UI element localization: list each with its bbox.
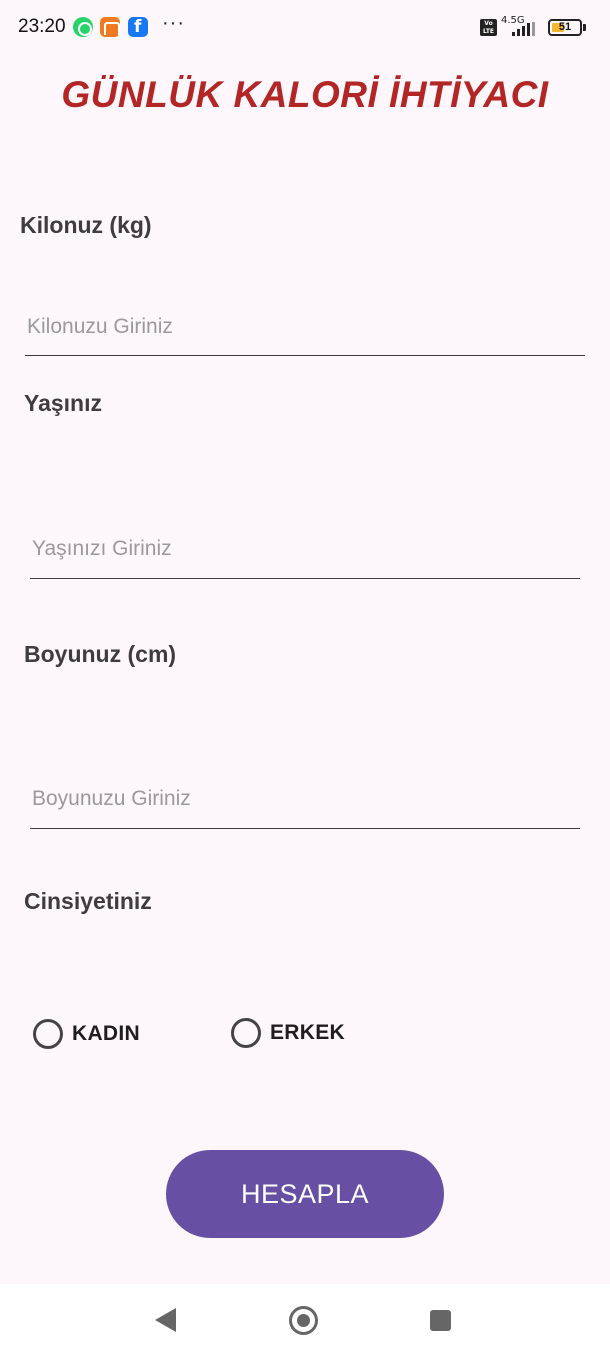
calculate-button[interactable]: HESAPLA [166,1150,444,1238]
battery-level: 51 [558,21,572,33]
facebook-icon [128,17,148,37]
height-field-wrapper [30,764,580,829]
page-title: GÜNLÜK KALORİ İHTİYACI [61,74,549,115]
weight-field-wrapper [25,292,585,356]
radio-label-erkek: ERKEK [270,1021,346,1044]
more-notifications-icon: ··· [162,12,185,34]
gender-label: Cinsiyetiniz [24,888,152,914]
home-icon[interactable] [289,1306,318,1335]
height-label: Boyunuz (cm) [24,641,177,667]
radio-unchecked-icon[interactable] [231,1018,261,1048]
whatsapp-icon [73,17,93,37]
age-field-wrapper [30,514,580,579]
gender-radio-erkek[interactable]: ERKEK [231,1018,345,1048]
radio-unchecked-icon[interactable] [33,1019,63,1049]
gender-radio-kadin[interactable]: KADIN [33,1019,140,1049]
signal-strength-icon [512,22,540,36]
radio-label-kadin: KADIN [72,1022,140,1045]
mi-mover-icon [100,17,120,37]
status-bar: 23:20 ··· Vo LTE 4.5G 51 [0,0,610,56]
height-input[interactable] [30,764,580,829]
age-label: Yaşınız [24,390,102,416]
back-icon[interactable] [155,1308,176,1332]
status-time: 23:20 [18,16,66,37]
weight-input[interactable] [25,292,585,356]
recents-icon[interactable] [430,1310,451,1331]
age-input[interactable] [30,514,580,579]
battery-icon: 51 [548,19,582,36]
weight-label: Kilonuz (kg) [20,212,152,238]
volte-icon: Vo LTE [480,19,497,36]
